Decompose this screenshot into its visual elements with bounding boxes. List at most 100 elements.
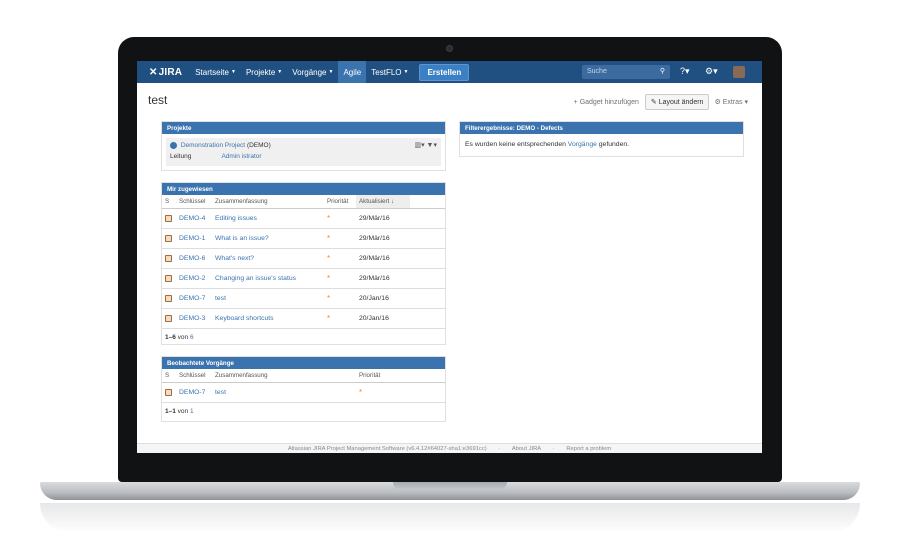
issue-priority-cell: * bbox=[356, 382, 445, 403]
col-summary[interactable]: Zusammenfassung bbox=[212, 195, 324, 209]
footer-about-link[interactable]: About JIRA bbox=[512, 446, 541, 452]
nav-projekte[interactable]: Projekte ▼ bbox=[241, 61, 287, 83]
lead-link[interactable]: Admin istrator bbox=[221, 153, 261, 160]
table-row[interactable]: DEMO-2 Changing an issue's status * 29/Mär/… bbox=[162, 268, 445, 289]
issue-key-cell[interactable]: DEMO-7 bbox=[176, 382, 212, 403]
change-layout-label: Layout ändern bbox=[658, 99, 704, 106]
priority-minor-icon: * bbox=[327, 234, 331, 243]
table-row[interactable]: DEMO-1 What is an issue? * 29/Mär/16 bbox=[162, 228, 445, 249]
col-priority[interactable]: Priorität bbox=[324, 195, 356, 209]
col-summary[interactable]: Zusammenfassung bbox=[212, 369, 356, 383]
watched-gadget: Beobachtete Vorgänge S Schlüssel Zusamme… bbox=[161, 356, 446, 422]
project-card: Demonstration Project (DEMO) ▥▾ ▼▾ Leitu… bbox=[166, 138, 441, 166]
footer-separator: · bbox=[552, 446, 555, 452]
issue-key-link[interactable]: DEMO-2 bbox=[179, 275, 205, 282]
table-header-row: S Schlüssel Zusammenfassung Priorität bbox=[162, 369, 445, 383]
col-type[interactable]: S bbox=[162, 195, 176, 209]
task-icon bbox=[165, 388, 172, 396]
issue-priority-cell: * bbox=[324, 308, 356, 329]
issue-type-cell bbox=[162, 308, 176, 329]
table-row[interactable]: DEMO-7 test * 20/Jan/16 bbox=[162, 288, 445, 309]
col-priority[interactable]: Priorität bbox=[356, 369, 445, 383]
filter-results-gadget: Filterergebnisse: DEMO - Defects Es wurd… bbox=[459, 121, 744, 157]
issue-summary-link[interactable]: test bbox=[215, 389, 226, 396]
issue-summary-cell[interactable]: Changing an issue's status bbox=[212, 268, 324, 289]
issue-key-link[interactable]: DEMO-6 bbox=[179, 255, 205, 262]
issue-key-link[interactable]: DEMO-3 bbox=[179, 315, 205, 322]
issue-key-link[interactable]: DEMO-7 bbox=[179, 295, 205, 302]
filter-issues-link[interactable]: Vorgänge bbox=[568, 141, 597, 148]
issue-summary-link[interactable]: What is an issue? bbox=[215, 235, 269, 242]
nav-vorgaenge[interactable]: Vorgänge ▼ bbox=[287, 61, 338, 83]
issue-summary-link[interactable]: Editing issues bbox=[215, 215, 257, 222]
issue-key-cell[interactable]: DEMO-1 bbox=[176, 228, 212, 249]
issue-summary-cell[interactable]: Editing issues bbox=[212, 208, 324, 229]
issue-summary-cell[interactable]: test bbox=[212, 382, 356, 403]
issue-summary-cell[interactable]: What is an issue? bbox=[212, 228, 324, 249]
assigned-count: 1–6 von 6 bbox=[162, 329, 445, 346]
extras-menu[interactable]: ⚙ Extras ▾ bbox=[714, 98, 748, 106]
issue-summary-cell[interactable]: Keyboard shortcuts bbox=[212, 308, 324, 329]
issue-type-cell bbox=[162, 288, 176, 309]
priority-minor-icon: * bbox=[327, 214, 331, 223]
col-type[interactable]: S bbox=[162, 369, 176, 383]
change-layout-button[interactable]: ✎ Layout ändern bbox=[644, 94, 710, 110]
col-key[interactable]: Schlüssel bbox=[176, 369, 212, 383]
issue-summary-link[interactable]: Keyboard shortcuts bbox=[215, 315, 274, 322]
project-key: (DEMO) bbox=[246, 142, 271, 150]
project-link[interactable]: Demonstration Project bbox=[181, 142, 245, 149]
table-row[interactable]: DEMO-7 test * bbox=[162, 382, 445, 403]
nav-startseite[interactable]: Startseite ▼ bbox=[190, 61, 241, 83]
footer-version: Atlassian JIRA Project Management Softwa… bbox=[287, 446, 487, 452]
count-total[interactable]: 1 bbox=[190, 408, 194, 415]
laptop-reflection bbox=[40, 503, 860, 533]
issue-priority-cell: * bbox=[324, 228, 356, 249]
issue-key-cell[interactable]: DEMO-6 bbox=[176, 248, 212, 269]
count-of: von bbox=[177, 408, 189, 415]
task-icon bbox=[165, 314, 172, 322]
footer-report-link[interactable]: Report a problem bbox=[566, 446, 611, 452]
footer-separator: · bbox=[498, 446, 501, 452]
table-row[interactable]: DEMO-3 Keyboard shortcuts * 20/Jan/16 bbox=[162, 308, 445, 329]
col-updated[interactable]: Aktualisiert ↓ bbox=[356, 195, 410, 209]
filter-icon[interactable]: ▼▾ bbox=[427, 142, 437, 149]
create-button[interactable]: Erstellen bbox=[419, 63, 470, 81]
nav-agile[interactable]: Agile bbox=[338, 61, 367, 83]
issue-key-cell[interactable]: DEMO-2 bbox=[176, 268, 212, 289]
issue-summary-cell[interactable]: What's next? bbox=[212, 248, 324, 269]
table-row[interactable]: DEMO-6 What's next? * 29/Mär/16 bbox=[162, 248, 445, 269]
issue-key-link[interactable]: DEMO-4 bbox=[179, 215, 205, 222]
add-gadget-button[interactable]: + Gadget hinzufügen bbox=[574, 99, 639, 106]
task-icon bbox=[165, 274, 172, 282]
issue-key-cell[interactable]: DEMO-4 bbox=[176, 208, 212, 229]
nav-testflo[interactable]: TestFLO ▼ bbox=[366, 61, 413, 83]
avatar[interactable] bbox=[733, 66, 745, 78]
issue-summary-link[interactable]: What's next? bbox=[215, 255, 254, 262]
laptop-notch bbox=[393, 482, 507, 490]
lead-label: Leitung bbox=[170, 153, 192, 161]
issue-summary-link[interactable]: test bbox=[215, 295, 226, 302]
issue-key-link[interactable]: DEMO-1 bbox=[179, 235, 205, 242]
col-key[interactable]: Schlüssel bbox=[176, 195, 212, 209]
issue-priority-cell: * bbox=[324, 268, 356, 289]
extras-label: Extras bbox=[722, 99, 743, 106]
help-icon[interactable]: ?▾ bbox=[680, 66, 690, 77]
filter-text-before: Es wurden keine entsprechenden bbox=[465, 141, 566, 148]
issue-type-cell bbox=[162, 382, 176, 403]
issue-summary-cell[interactable]: test bbox=[212, 288, 324, 309]
issue-summary-link[interactable]: Changing an issue's status bbox=[215, 275, 296, 282]
add-gadget-label: Gadget hinzufügen bbox=[579, 98, 639, 106]
gear-icon: ⚙ bbox=[714, 99, 723, 106]
issue-key-cell[interactable]: DEMO-3 bbox=[176, 308, 212, 329]
issue-key-link[interactable]: DEMO-7 bbox=[179, 389, 205, 396]
footer: Atlassian JIRA Project Management Softwa… bbox=[137, 443, 762, 453]
issue-key-cell[interactable]: DEMO-7 bbox=[176, 288, 212, 309]
jira-logo[interactable]: ✕ JIRA bbox=[149, 67, 182, 78]
chart-icon[interactable]: ▥▾ bbox=[414, 142, 424, 149]
table-row[interactable]: DEMO-4 Editing issues * 29/Mär/16 bbox=[162, 208, 445, 229]
jira-logo-icon: ✕ bbox=[149, 66, 158, 78]
count-total[interactable]: 6 bbox=[190, 334, 194, 341]
logo-text: JIRA bbox=[158, 66, 183, 78]
search-input[interactable]: Suche ⚲ bbox=[582, 65, 670, 79]
gear-icon[interactable]: ⚙▾ bbox=[705, 66, 718, 77]
